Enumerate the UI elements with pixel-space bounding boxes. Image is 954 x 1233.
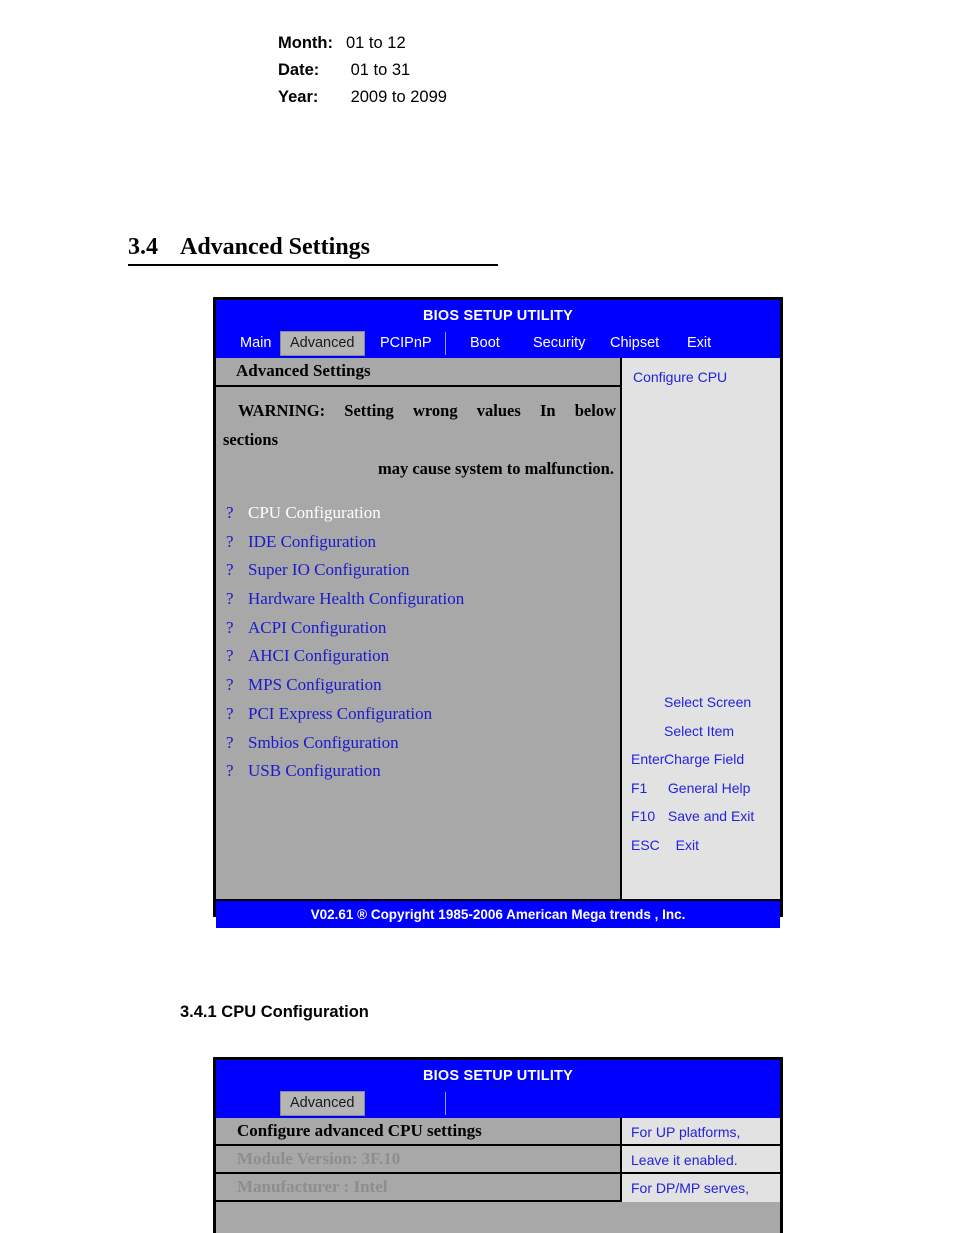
help-text: Configure CPU (633, 369, 728, 385)
tab-separator (445, 332, 446, 355)
definition-row: Year: 2009 to 2099 (278, 88, 447, 115)
menu-item-label: IDE Configuration (248, 531, 376, 551)
menu-item-pci-express-configuration[interactable]: ? PCI Express Configuration (216, 704, 620, 733)
key-legend-row-enter: Enter Charge Field (622, 745, 780, 774)
bullet-icon: ? (226, 617, 234, 637)
bios-menu-list: ? CPU Configuration ? IDE Configuration … (216, 503, 620, 790)
menu-item-label: PCI Express Configuration (248, 703, 433, 723)
definition-row: Month: 01 to 12 (278, 34, 447, 61)
bullet-icon: ? (226, 732, 234, 752)
key-legend-row-select-screen: Select Screen (622, 688, 780, 717)
key-legend-row-f10: F10 Save and Exit (622, 802, 780, 831)
menu-item-super-io-configuration[interactable]: ? Super IO Configuration (216, 560, 620, 589)
bios-setup-screen-advanced: BIOS SETUP UTILITY Main Advanced PCIPnP … (213, 297, 783, 928)
tab-separator (445, 1092, 446, 1115)
menu-item-ahci-configuration[interactable]: ? AHCI Configuration (216, 646, 620, 675)
tab-main[interactable]: Main (231, 331, 280, 356)
bullet-icon: ? (226, 646, 234, 666)
menu-item-cpu-configuration[interactable]: ? CPU Configuration (216, 503, 620, 532)
date-format-definition-list: Month: 01 to 12 Date: 01 to 31 Year: 200… (278, 34, 447, 115)
help-line-1: For UP platforms, (622, 1118, 780, 1146)
cpu-row-module-version: Module Version: 3F.10 (216, 1146, 620, 1174)
bios-footer: V02.61 ® Copyright 1985-2006 American Me… (216, 899, 780, 928)
key-description: Charge Field (664, 751, 745, 768)
menu-item-label: USB Configuration (248, 761, 381, 781)
bios-settings-pane: Advanced Settings WARNING: Setting wrong… (216, 358, 620, 899)
bios-tab-bar: Advanced (216, 1089, 780, 1118)
bios-setup-screen-cpu-configuration: BIOS SETUP UTILITY Advanced Configure ad… (213, 1057, 783, 1233)
menu-item-label: Hardware Health Configuration (248, 589, 465, 609)
bullet-icon: ? (226, 503, 234, 522)
menu-item-label: ACPI Configuration (248, 617, 387, 637)
bios-help-pane: For UP platforms, Leave it enabled. For … (620, 1118, 780, 1202)
help-line-3: For DP/MP serves, (631, 1180, 749, 1196)
key-legend-row-f1: F1 General Help (622, 774, 780, 803)
cpu-row-manufacturer: Manufacturer : Intel (216, 1174, 620, 1202)
bios-tab-bar: Main Advanced PCIPnP Boot Security Chips… (216, 329, 780, 358)
key-description: Exit (664, 836, 700, 853)
definition-term-month: Month: (278, 34, 333, 52)
definition-term-date: Date: (278, 61, 320, 79)
key-description: Save and Exit (664, 808, 755, 825)
menu-item-label: AHCI Configuration (248, 646, 390, 666)
definition-row: Date: 01 to 31 (278, 61, 447, 88)
bullet-icon: ? (226, 531, 234, 551)
tab-advanced[interactable]: Advanced (280, 1091, 365, 1116)
key-description: Select Screen (664, 694, 752, 711)
tab-chipset[interactable]: Chipset (601, 331, 668, 356)
bios-body: Configure advanced CPU settings Module V… (216, 1118, 780, 1202)
menu-item-ide-configuration[interactable]: ? IDE Configuration (216, 532, 620, 561)
menu-item-hardware-health-configuration[interactable]: ? Hardware Health Configuration (216, 589, 620, 618)
key-label: F10 (631, 808, 656, 825)
key-label: F1 (631, 779, 648, 796)
section-title: Advanced Settings (180, 234, 371, 260)
key-description: Select Item (664, 722, 735, 739)
bios-title-bar: BIOS SETUP UTILITY (216, 1060, 780, 1089)
menu-item-mps-configuration[interactable]: ? MPS Configuration (216, 675, 620, 704)
menu-item-smbios-configuration[interactable]: ? Smbios Configuration (216, 733, 620, 762)
bios-title-bar: BIOS SETUP UTILITY (216, 300, 780, 329)
section-number: 3.4 (128, 234, 158, 260)
key-legend-row-select-item: Select Item (622, 717, 780, 746)
tab-exit[interactable]: Exit (678, 331, 720, 356)
warning-line-2: sections (223, 430, 278, 449)
warning-line-1: WARNING: Setting wrong values In below (238, 401, 616, 420)
key-label: ESC (631, 836, 660, 853)
menu-item-usb-configuration[interactable]: ? USB Configuration (216, 761, 620, 790)
section-heading: 3.4 Advanced Settings (128, 234, 498, 266)
definition-value-date: 01 to 31 (346, 61, 411, 79)
bios-body: Advanced Settings WARNING: Setting wrong… (216, 358, 780, 899)
menu-item-label: CPU Configuration (248, 503, 381, 522)
bios-settings-pane: Configure advanced CPU settings Module V… (216, 1118, 620, 1202)
warning-text: WARNING: Setting wrong values In below s… (216, 387, 620, 483)
key-legend: Select Screen Select Item Enter Charge F… (622, 688, 780, 859)
help-line-2: Leave it enabled. (622, 1146, 780, 1174)
bullet-icon: ? (226, 675, 234, 695)
bios-help-pane: Configure CPU Select Screen Select Item … (620, 358, 780, 899)
menu-item-acpi-configuration[interactable]: ? ACPI Configuration (216, 618, 620, 647)
tab-advanced[interactable]: Advanced (280, 331, 365, 356)
warning-line-3: may cause system to malfunction. (377, 459, 614, 478)
key-label: Enter (631, 751, 665, 768)
cpu-row-heading: Configure advanced CPU settings (216, 1118, 620, 1146)
bullet-icon: ? (226, 703, 234, 723)
key-legend-row-esc: ESC Exit (622, 831, 780, 860)
definition-value-year: 2009 to 2099 (346, 88, 447, 106)
definition-value-month: 01 to 12 (346, 34, 406, 52)
tab-pcipnp[interactable]: PCIPnP (371, 331, 441, 356)
tab-boot[interactable]: Boot (461, 331, 509, 356)
subsection-heading: 3.4.1 CPU Configuration (180, 1003, 369, 1021)
bullet-icon: ? (226, 761, 234, 781)
pane-heading: Advanced Settings (216, 358, 620, 387)
tab-security[interactable]: Security (524, 331, 594, 356)
definition-term-year: Year: (278, 88, 319, 106)
menu-item-label: MPS Configuration (248, 675, 382, 695)
key-description: General Help (664, 779, 751, 796)
menu-item-label: Smbios Configuration (248, 732, 399, 752)
bullet-icon: ? (226, 589, 234, 609)
bullet-icon: ? (226, 560, 234, 580)
menu-item-label: Super IO Configuration (248, 560, 410, 580)
